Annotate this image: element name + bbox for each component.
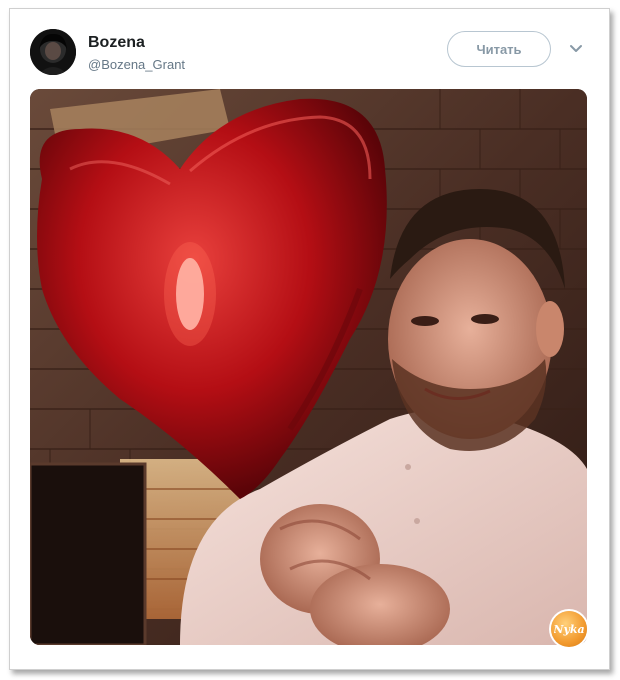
follow-button[interactable]: Читать: [447, 31, 551, 67]
tweet-card: Bozena @Bozena_Grant Читать: [9, 8, 610, 670]
chevron-down-icon[interactable]: [568, 41, 584, 57]
tweet-photo[interactable]: [30, 89, 587, 645]
watermark-logo: Nyka: [551, 611, 587, 647]
photo-image: [30, 89, 587, 645]
author-name[interactable]: Bozena: [88, 34, 145, 52]
avatar-image: [30, 29, 76, 75]
author-handle[interactable]: @Bozena_Grant: [88, 57, 185, 72]
svg-text:Nyka: Nyka: [554, 623, 584, 636]
tweet-header: Bozena @Bozena_Grant Читать: [10, 9, 609, 89]
avatar[interactable]: [30, 29, 76, 75]
